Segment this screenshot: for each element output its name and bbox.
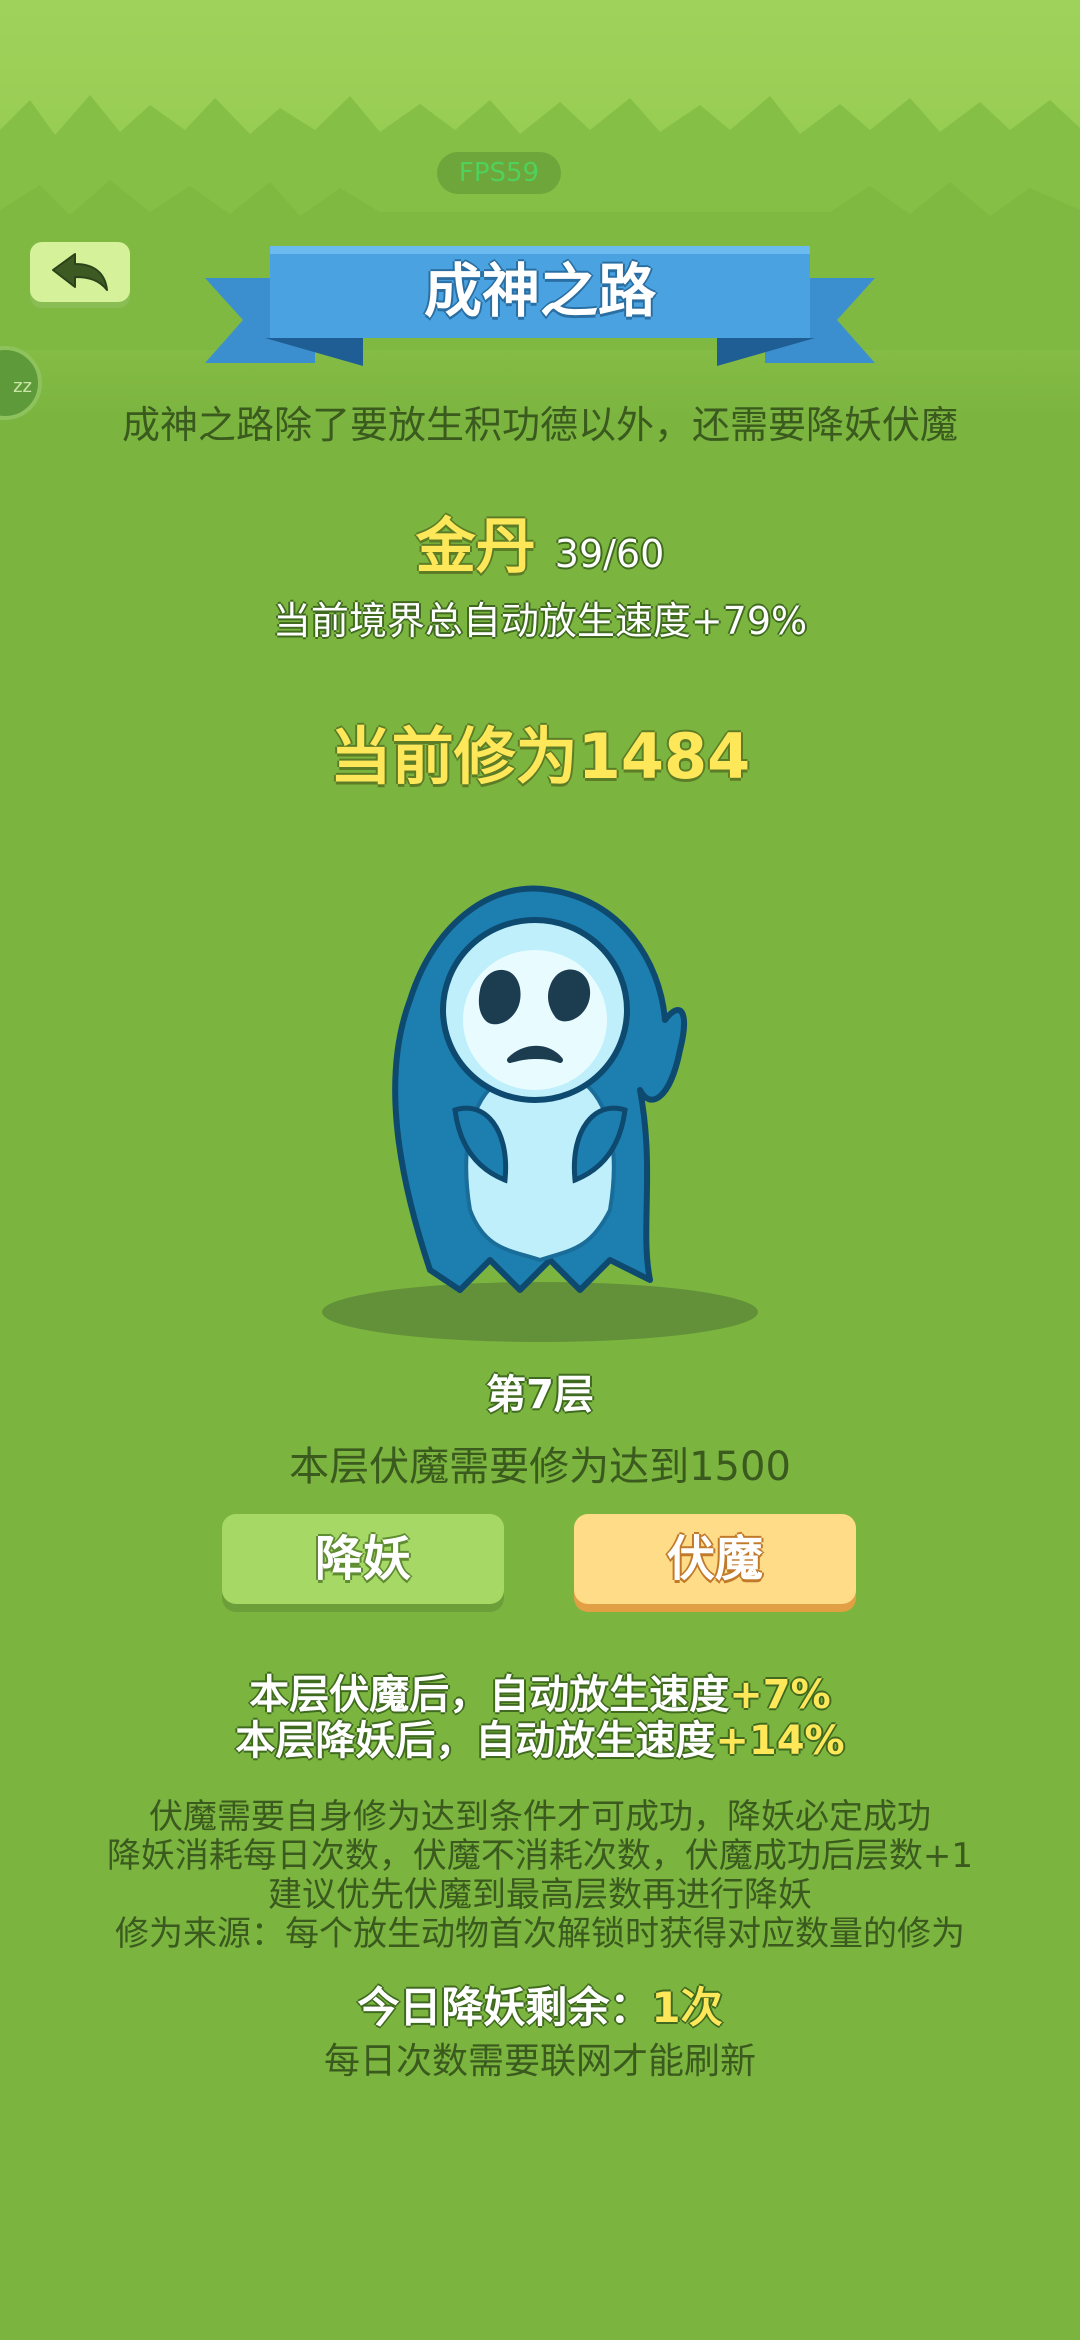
floor-label: 第7层 bbox=[486, 1372, 594, 1418]
page-title: 成神之路 bbox=[423, 257, 656, 325]
ghost-monster-icon bbox=[322, 885, 758, 1342]
daily-remaining-count: 1次 bbox=[651, 1983, 723, 2032]
fps-counter: FPS59 bbox=[437, 152, 561, 194]
conquer-button[interactable]: 伏魔 bbox=[574, 1514, 856, 1604]
realm-row: 金丹 39/60 bbox=[0, 498, 1080, 585]
floor-requirement: 本层伏魔需要修为达到1500 bbox=[289, 1444, 791, 1490]
intro-text: 成神之路除了要放生积功德以外，还需要降妖伏魔 bbox=[121, 403, 958, 447]
realm-name: 金丹 bbox=[415, 512, 536, 582]
daily-remaining-label: 今日降妖剩余： bbox=[357, 1983, 652, 2032]
subdue-bonus-value: +14% bbox=[715, 1718, 845, 1764]
realm-progress: 39/60 bbox=[554, 532, 665, 576]
refresh-note: 每日次数需要联网才能刷新 bbox=[323, 2041, 756, 2082]
daily-remaining: 今日降妖剩余：1次 bbox=[0, 1974, 1080, 2035]
subdue-button[interactable]: 降妖 bbox=[222, 1514, 504, 1604]
rule-line: 伏魔需要自身修为达到条件才可成功，降妖必定成功 bbox=[149, 1797, 931, 1837]
back-button[interactable] bbox=[30, 242, 130, 302]
subdue-bonus-line: 本层降妖后，自动放生速度+14% bbox=[0, 1708, 1080, 1766]
rule-line: 建议优先伏魔到最高层数再进行降妖 bbox=[268, 1875, 812, 1915]
current-cultivation: 当前修为1484 bbox=[329, 720, 751, 793]
rule-line: 降妖消耗每日次数，伏魔不消耗次数，伏魔成功后层数+1 bbox=[106, 1836, 974, 1876]
back-arrow-icon bbox=[52, 253, 108, 291]
rule-line: 修为来源：每个放生动物首次解锁时获得对应数量的修为 bbox=[115, 1914, 965, 1954]
subdue-bonus-prefix: 本层降妖后，自动放生速度 bbox=[235, 1718, 716, 1764]
realm-bonus: 当前境界总自动放生速度+79% bbox=[272, 599, 808, 643]
rules-text: 伏魔需要自身修为达到条件才可成功，降妖必定成功 降妖消耗每日次数，伏魔不消耗次数… bbox=[0, 1798, 1080, 1954]
